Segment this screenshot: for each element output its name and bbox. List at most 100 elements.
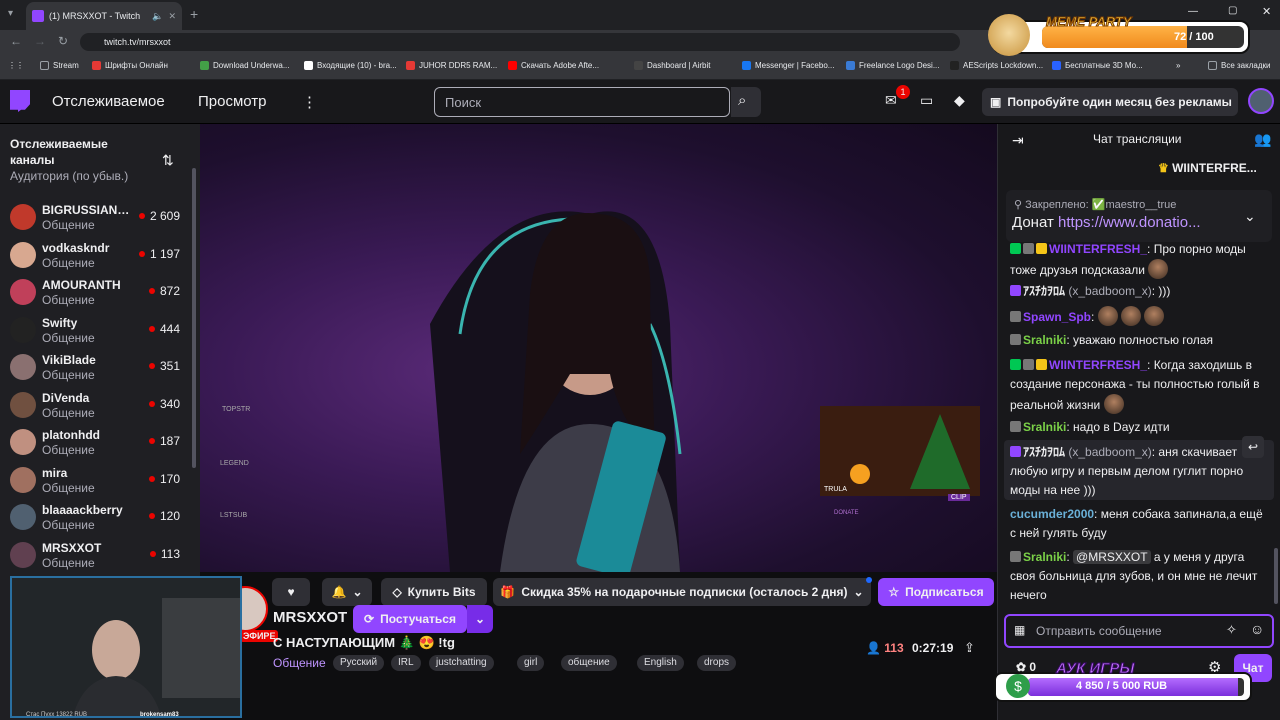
- channel-avatar: [10, 466, 36, 493]
- channel-viewer-count: 187: [159, 434, 180, 448]
- badge-icon: [1023, 243, 1034, 254]
- ad-free-promo-button[interactable]: ▣ Попробуйте один месяц без рекламы: [982, 88, 1238, 116]
- stream-tag[interactable]: justchatting: [429, 655, 494, 671]
- share-icon[interactable]: ⇪: [964, 640, 975, 656]
- follow-button[interactable]: ♥: [272, 578, 310, 606]
- mute-icon[interactable]: 🔈: [152, 11, 163, 22]
- close-window-icon[interactable]: ✕: [1262, 5, 1271, 18]
- all-bookmarks[interactable]: Все закладки: [1208, 61, 1270, 70]
- back-icon[interactable]: ←: [10, 34, 22, 48]
- chat-scrollbar[interactable]: [1274, 548, 1278, 604]
- raid-dropdown-button[interactable]: ⌄: [467, 605, 493, 633]
- twitch-logo-icon[interactable]: [10, 90, 30, 112]
- emote-picker-icon[interactable]: ☺: [1250, 621, 1264, 637]
- raid-button[interactable]: ⟳ Постучаться: [353, 605, 467, 633]
- chevron-down-icon: ⌄: [474, 612, 486, 626]
- chevron-down-icon[interactable]: ⌄: [1244, 208, 1256, 225]
- sort-icon[interactable]: ⇅: [162, 152, 174, 169]
- browser-tab[interactable]: (1) MRSXXOT - Twitch 🔈 ✕: [26, 2, 182, 30]
- buy-bits-button[interactable]: ◇ Купить Bits: [381, 578, 487, 606]
- sidebar-channel[interactable]: Swifty Общение 444: [0, 312, 196, 349]
- bookmark-item[interactable]: Шрифты Онлайн: [92, 61, 168, 70]
- chat-mention[interactable]: @MRSXXOT: [1073, 550, 1151, 564]
- channel-viewer-count: 1 197: [149, 246, 180, 261]
- streamer-name[interactable]: MRSXXOT: [273, 609, 347, 626]
- chat-username[interactable]: Spawn_Spb: [1023, 310, 1091, 324]
- reply-icon[interactable]: ↩: [1242, 436, 1264, 458]
- close-tab-icon[interactable]: ✕: [168, 11, 176, 22]
- chat-username[interactable]: Sralniki: [1023, 333, 1066, 347]
- chat-username[interactable]: ｱｽﾁｶｦﾛﾑ: [1023, 445, 1065, 459]
- nav-browse[interactable]: Просмотр: [198, 93, 267, 110]
- chat-username[interactable]: Sralniki: [1023, 550, 1066, 564]
- inbox-icon[interactable]: ✉: [885, 92, 897, 109]
- chat-input[interactable]: ▦ Отправить сообщение ✧ ☺: [1004, 614, 1274, 648]
- bookmark-item[interactable]: Входящие (10) - bra...: [304, 61, 397, 70]
- more-bookmarks-icon[interactable]: »: [1176, 61, 1180, 70]
- chat-username[interactable]: cucumder2000: [1010, 507, 1094, 521]
- bookmark-label: JUHOR DDR5 RAM...: [419, 61, 498, 70]
- stream-tag[interactable]: drops: [697, 655, 737, 671]
- sidebar-channel[interactable]: mira Общение 170: [0, 462, 196, 499]
- stream-tag[interactable]: Русский: [333, 655, 385, 671]
- gift-sub-button[interactable]: 🎁 Скидка 35% на подарочные подписки (оста…: [493, 578, 871, 606]
- search-input[interactable]: Поиск: [434, 87, 730, 117]
- reload-icon[interactable]: ↻: [58, 34, 68, 48]
- overlay-label-trula: TRULA: [824, 486, 847, 493]
- stream-category[interactable]: Общение: [273, 656, 326, 670]
- chat-username[interactable]: Sralniki: [1023, 420, 1066, 434]
- subscribe-button[interactable]: ☆ Подписаться: [878, 578, 994, 606]
- collapse-chat-icon[interactable]: ⇥: [1012, 132, 1024, 149]
- chat-username[interactable]: WIINTERFRESH_: [1049, 242, 1147, 256]
- whispers-icon[interactable]: ▭: [920, 92, 933, 109]
- crown-icon[interactable]: ◆: [954, 92, 965, 109]
- sidebar-channel[interactable]: AMOURANTH Общение 872: [0, 274, 196, 311]
- sidebar-channel[interactable]: blaaaackberry Общение 120: [0, 499, 196, 536]
- nav-following[interactable]: Отслеживаемое: [52, 93, 165, 110]
- bookmark-item[interactable]: JUHOR DDR5 RAM...: [406, 61, 497, 70]
- sidebar-channel[interactable]: platonhdd Общение 187: [0, 424, 196, 461]
- bookmark-item[interactable]: Скачать Adobe Afte...: [508, 61, 599, 70]
- pinned-link[interactable]: https://www.donatio...: [1058, 214, 1201, 231]
- bookmark-item[interactable]: Dashboard | Airbit: [634, 61, 710, 70]
- sidebar-channel[interactable]: DiVenda Общение 340: [0, 387, 196, 424]
- chat-username[interactable]: ｱｽﾁｶｦﾛﾑ: [1023, 284, 1065, 298]
- community-icon[interactable]: 👥: [1254, 131, 1271, 148]
- more-options-icon[interactable]: ⋮: [302, 93, 317, 111]
- notifications-button[interactable]: 🔔 ⌄: [322, 578, 372, 606]
- search-button[interactable]: ⌕: [731, 87, 761, 117]
- bookmark-favicon-icon: [950, 61, 959, 70]
- video-player[interactable]: TOPSTR LEGEND LSTSUB TRULA CLIP DONATE: [200, 124, 997, 572]
- promo-label: Попробуйте один месяц без рекламы: [1007, 95, 1232, 109]
- auction-progress: 4 850 / 5 000 RUB: [1076, 680, 1168, 692]
- bookmark-item[interactable]: AEScripts Lockdown...: [950, 61, 1043, 70]
- webcam-donation-text: Стас Пухх 13822 RUB: [26, 712, 88, 718]
- stream-tag[interactable]: IRL: [391, 655, 421, 671]
- stream-tag[interactable]: girl: [517, 655, 545, 671]
- pinned-message[interactable]: ⚲ Закреплено: ✅maestro__true Донат https…: [1006, 190, 1272, 242]
- sidebar-channel[interactable]: MRSXXOT Общение 113: [0, 537, 196, 574]
- sidebar-channel[interactable]: vodkaskndr Общение 1 197: [0, 237, 196, 274]
- url-field[interactable]: twitch.tv/mrsxxot: [80, 33, 960, 51]
- minimize-icon[interactable]: —: [1188, 6, 1198, 17]
- channel-avatar: [10, 391, 36, 418]
- apps-icon[interactable]: ⋮⋮: [8, 61, 24, 70]
- bookmark-item[interactable]: Бесплатные 3D Mo...: [1052, 61, 1143, 70]
- bits-cheer-icon[interactable]: ✧: [1226, 622, 1237, 638]
- stream-tag[interactable]: общение: [561, 655, 617, 671]
- bookmark-item[interactable]: Stream: [40, 61, 79, 70]
- forward-icon[interactable]: →: [34, 34, 46, 48]
- bookmark-item[interactable]: Download Underwa...: [200, 61, 289, 70]
- chat-username[interactable]: WIINTERFRESH_: [1049, 358, 1147, 372]
- bookmark-item[interactable]: Freelance Logo Desi...: [846, 61, 940, 70]
- tab-list-icon[interactable]: ▾: [8, 8, 20, 20]
- stream-tag[interactable]: English: [637, 655, 684, 671]
- new-tab-icon[interactable]: +: [190, 6, 198, 22]
- bookmark-item[interactable]: Messenger | Facebo...: [742, 61, 834, 70]
- sidebar-channel[interactable]: VikiBlade Общение 351: [0, 349, 196, 386]
- bookmark-label: Шрифты Онлайн: [105, 61, 168, 70]
- avatar[interactable]: [1248, 88, 1274, 114]
- sidebar-channel[interactable]: BIGRUSSIANM... Общение 2 609: [0, 199, 196, 236]
- maximize-icon[interactable]: ▢: [1228, 5, 1237, 16]
- live-dot-icon: [149, 550, 156, 557]
